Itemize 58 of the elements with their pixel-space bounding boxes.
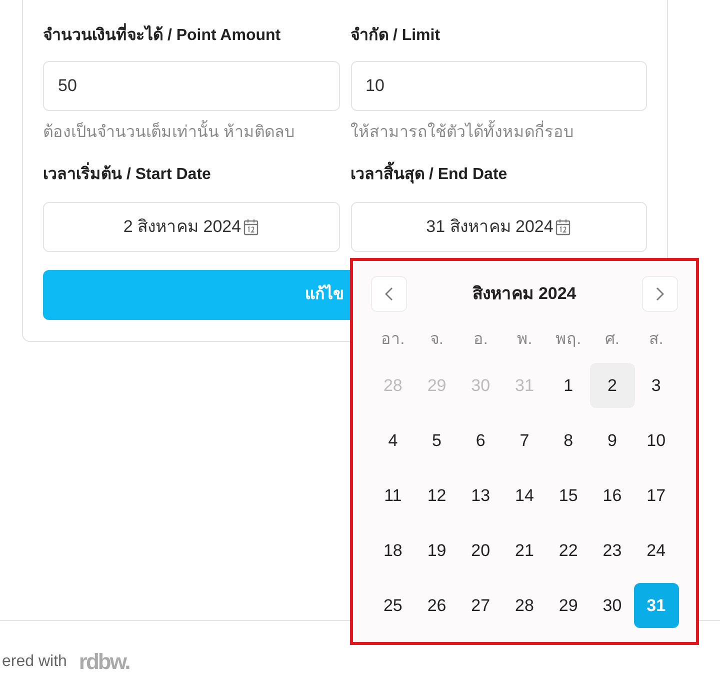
day-cell[interactable]: 2 — [590, 363, 635, 408]
day-cell[interactable]: 3 — [634, 363, 679, 408]
day-cell[interactable]: 1 — [546, 363, 591, 408]
input-field[interactable]: 10 — [350, 61, 647, 111]
day-cell[interactable]: 30 — [590, 583, 635, 628]
logo: rdbw. — [78, 648, 130, 675]
date-value: 2 สิงหาคม 2024 — [123, 216, 242, 238]
day-cell[interactable]: 28 — [502, 583, 547, 628]
day-cell[interactable]: 5 — [414, 418, 460, 463]
day-cell[interactable]: 6 — [458, 418, 504, 463]
weekday-label: พ. — [516, 330, 532, 350]
weekday-label: อา. — [381, 330, 405, 350]
day-cell[interactable]: 13 — [458, 473, 504, 518]
day-cell[interactable]: 17 — [634, 473, 679, 518]
weekday-label: อ. — [473, 330, 488, 350]
day-cell[interactable]: 7 — [502, 418, 547, 463]
day-cell[interactable]: 19 — [414, 528, 460, 573]
day-cell[interactable]: 25 — [370, 583, 416, 628]
day-cell[interactable]: 9 — [590, 418, 635, 463]
weekday-label: ศ. — [604, 330, 620, 350]
chevron-right-icon — [654, 286, 665, 302]
chevron-left-icon — [384, 286, 394, 302]
field-label: จำกัด / Limit — [350, 26, 442, 46]
day-cell[interactable]: 27 — [458, 583, 504, 628]
day-cell[interactable]: 18 — [370, 528, 416, 573]
weekday-label: ส. — [648, 330, 664, 350]
day-cell[interactable]: 26 — [414, 583, 460, 628]
calendar-icon — [243, 218, 260, 236]
day-cell[interactable]: 24 — [634, 528, 679, 573]
day-cell[interactable]: 22 — [546, 528, 591, 573]
day-cell[interactable]: 29 — [546, 583, 591, 628]
day-cell[interactable]: 16 — [590, 473, 635, 518]
input-field[interactable]: 50 — [43, 61, 340, 111]
helper-text: ให้สามารถใช้ตัวได้ทั้งหมดกี่รอบ — [350, 121, 647, 145]
day-cell[interactable]: 12 — [414, 473, 460, 518]
helper-text: ต้องเป็นจำนวนเต็มเท่านั้น ห้ามติดลบ — [43, 121, 340, 145]
day-cell[interactable]: 8 — [546, 418, 591, 463]
weekday-label: พฤ. — [556, 330, 582, 350]
day-cell[interactable]: 21 — [502, 528, 547, 573]
date-field[interactable]: 31 สิงหาคม 2024 — [350, 202, 647, 252]
field-label: เวลาสิ้นสุด / End Date — [350, 162, 647, 188]
field-label: จำนวนเงินที่จะได้ / Point Amount — [43, 23, 340, 49]
day-cell[interactable]: 20 — [458, 528, 504, 573]
next-month-button[interactable] — [642, 276, 678, 312]
month-title: สิงหาคม 2024 — [472, 283, 576, 306]
day-cell[interactable]: 4 — [370, 418, 416, 463]
calendar-icon — [555, 218, 572, 236]
field-label: เวลาเริ่มต้น / Start Date — [43, 162, 340, 188]
day-cell[interactable]: 15 — [546, 473, 591, 518]
date-field[interactable]: 2 สิงหาคม 2024 — [43, 202, 340, 252]
day-cell[interactable]: 14 — [502, 473, 547, 518]
previous-month-button[interactable] — [371, 276, 407, 312]
footer-text: ered with — [2, 652, 67, 672]
day-cell[interactable]: 10 — [634, 418, 679, 463]
day-cell[interactable]: 11 — [370, 473, 416, 518]
day-cell[interactable]: 23 — [590, 528, 635, 573]
date-value: 31 สิงหาคม 2024 — [426, 216, 554, 238]
weekday-label: จ. — [430, 330, 444, 350]
